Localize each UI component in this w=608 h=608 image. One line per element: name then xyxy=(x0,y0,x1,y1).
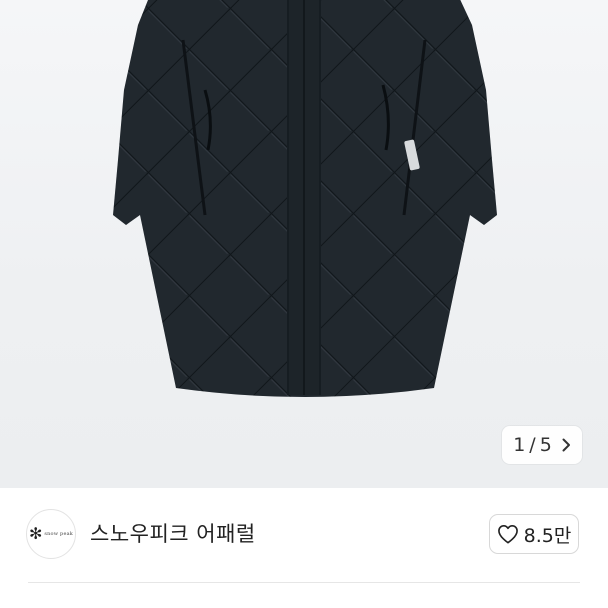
avatar-brand-text: snow peak xyxy=(44,531,74,537)
pager-total: 5 xyxy=(539,434,552,456)
pager-current: 1 xyxy=(513,434,526,456)
seller-avatar[interactable]: ✻ snow peak xyxy=(26,509,76,559)
like-count: 8.5만 xyxy=(523,524,572,547)
chevron-right-icon[interactable] xyxy=(562,438,571,452)
coat-photo xyxy=(113,0,497,397)
divider xyxy=(28,582,580,583)
heart-icon xyxy=(497,525,518,544)
snowflake-logo-icon: ✻ xyxy=(28,524,43,543)
seller-name[interactable]: 스노우피크 어패럴 xyxy=(90,518,256,548)
product-image[interactable]: 1 / 5 xyxy=(0,0,608,488)
like-button[interactable]: 8.5만 xyxy=(489,514,579,554)
image-pager[interactable]: 1 / 5 xyxy=(502,426,582,464)
pager-separator: / xyxy=(529,434,536,456)
